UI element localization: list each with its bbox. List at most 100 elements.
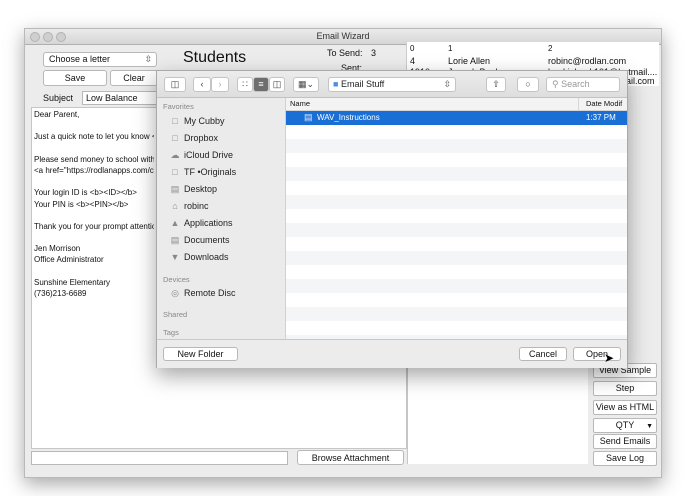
message-line: Just a quick note to let you know < [34, 132, 154, 142]
empty-row-stripe [286, 139, 627, 153]
table-cell[interactable]: Lorie Allen [448, 56, 490, 66]
table-cell[interactable]: robinc@rodlan.com [548, 56, 626, 66]
qty-label: QTY [615, 420, 635, 430]
location-popup[interactable]: ■ Email Stuff ⇳ [328, 77, 456, 92]
documents-icon: ▤ [170, 235, 180, 245]
browse-attachment-button[interactable]: Browse Attachment [297, 450, 404, 465]
search-placeholder: Search [561, 79, 590, 89]
document-icon: ▤ [304, 112, 313, 122]
folder-icon: □ [172, 116, 178, 126]
log-panel [407, 366, 588, 464]
message-line: Sunshine Elementary [34, 277, 111, 287]
file-list-header [286, 98, 627, 111]
sidebar-item-remote-disc[interactable]: ◎ Remote Disc [169, 286, 235, 300]
column-date-header[interactable]: Date Modif [586, 99, 622, 108]
file-name: WAV_Instructions [317, 113, 380, 122]
disc-icon: ◎ [171, 288, 179, 298]
search-icon: ⚲ [552, 79, 559, 89]
table-header-2: 2 [548, 44, 553, 53]
table-cell[interactable]: 4 [410, 56, 415, 66]
sidebar-item-label: robinc [184, 201, 209, 211]
save-button[interactable]: Save [43, 70, 107, 86]
to-send-value: 3 [371, 48, 377, 58]
empty-row-stripe [286, 223, 627, 237]
message-line: Your login ID is <b><ID></b> [34, 188, 137, 198]
sidebar-item-applications[interactable]: ▲ Applications [169, 216, 233, 230]
empty-row-stripe [286, 251, 627, 265]
column-divider [578, 98, 579, 110]
forward-icon[interactable]: › [211, 77, 229, 92]
empty-row-stripe [286, 307, 627, 321]
message-line: Your PIN is <b><PIN></b> [34, 199, 129, 209]
letter-select-value: Choose a letter [49, 54, 111, 64]
sidebar-item-my-cubby[interactable]: □ My Cubby [169, 114, 225, 128]
desktop-icon: ▤ [170, 184, 180, 194]
file-date: 1:37 PM [586, 113, 616, 122]
sidebar-item-desktop[interactable]: ▤ Desktop [169, 182, 217, 196]
empty-row-stripe [286, 167, 627, 181]
home-icon: ⌂ [172, 201, 178, 211]
page-title: Students [183, 49, 247, 66]
folder-icon: □ [172, 133, 178, 143]
list-view-icon[interactable]: ≡ [253, 77, 269, 92]
attachment-path-field[interactable] [31, 451, 288, 465]
sidebar-item-label: Desktop [184, 184, 218, 194]
sidebar-item-label: My Cubby [184, 116, 225, 126]
letter-select[interactable]: Choose a letter ⇳ [43, 52, 157, 67]
qty-button[interactable]: QTY ▼ [593, 418, 657, 433]
sidebar-item-label: TF •Originals [184, 167, 237, 177]
back-icon[interactable]: ‹ [193, 77, 211, 92]
sidebar-item-label: Applications [184, 218, 233, 228]
gallery-view-icon[interactable]: ▦⌄ [293, 77, 319, 92]
sidebar-item-tf-originals[interactable]: □ TF •Originals [169, 165, 236, 179]
sidebar-item-robinc[interactable]: ⌂ robinc [169, 199, 209, 213]
icon-view-icon[interactable]: ∷ [237, 77, 253, 92]
step-button[interactable]: Step [593, 381, 657, 396]
location-label: Email Stuff [340, 79, 385, 89]
window-title: Email Wizard [316, 31, 370, 41]
sidebar-item-label: Downloads [184, 252, 229, 262]
empty-row-stripe [286, 195, 627, 209]
message-line [34, 143, 154, 154]
message-line: Dear Parent, [34, 110, 80, 119]
to-send-label: To Send: [327, 48, 363, 58]
send-emails-button[interactable]: Send Emails [593, 434, 657, 449]
cloud-icon: ☁ [170, 150, 180, 160]
sidebar-item-documents[interactable]: ▤ Documents [169, 233, 230, 247]
sidebar-item-label: Dropbox [184, 133, 219, 143]
sidebar-item-icloud-drive[interactable]: ☁ iCloud Drive [169, 148, 234, 162]
search-input[interactable]: ⚲ Search [546, 77, 620, 92]
column-view-icon[interactable]: ◫ [269, 77, 285, 92]
subject-field[interactable]: Low Balance [82, 91, 160, 105]
message-line: Thank you for your prompt attentio [34, 221, 154, 231]
message-line: Office Administrator [34, 255, 104, 265]
clear-button[interactable]: Clear [110, 70, 158, 86]
downloads-icon: ▼ [170, 252, 180, 262]
file-row[interactable]: ▤ WAV_Instructions 1:37 PM [286, 111, 627, 125]
share-icon[interactable]: ⇧ [486, 77, 506, 92]
sidebar-item-downloads[interactable]: ▼ Downloads [169, 250, 229, 264]
save-log-button[interactable]: Save Log [593, 451, 657, 466]
tag-icon[interactable]: ○ [517, 77, 539, 92]
file-list: Name Date Modif ▤ WAV_Instructions 1:37 … [286, 98, 627, 339]
sidebar-toggle-icon[interactable]: ◫ [164, 77, 186, 92]
message-line: Jen Morrison [34, 244, 81, 254]
sidebar-item-dropbox[interactable]: □ Dropbox [169, 131, 218, 145]
table-cell[interactable]: ail.com [626, 76, 655, 86]
empty-row-stripe [286, 279, 627, 293]
view-as-html-button[interactable]: View as HTML [593, 400, 657, 415]
cancel-button[interactable]: Cancel [519, 347, 567, 361]
select-chevron-icon: ⇳ [144, 54, 152, 64]
column-name-header[interactable]: Name [290, 99, 310, 108]
folder-icon: □ [172, 167, 178, 177]
new-folder-button[interactable]: New Folder [163, 347, 238, 361]
message-body-text: Dear Parent, Just a quick note to let you… [34, 109, 154, 299]
message-line: <a href="https://rodlanapps.com/cg [34, 165, 154, 175]
tags-header: Tags [163, 328, 179, 337]
message-line [34, 176, 154, 187]
mouse-cursor-icon: ➤ [604, 351, 615, 365]
shared-header: Shared [163, 310, 188, 319]
devices-header: Devices [163, 275, 190, 284]
folder-icon: ■ [333, 79, 339, 89]
table-header-1: 1 [448, 44, 453, 53]
